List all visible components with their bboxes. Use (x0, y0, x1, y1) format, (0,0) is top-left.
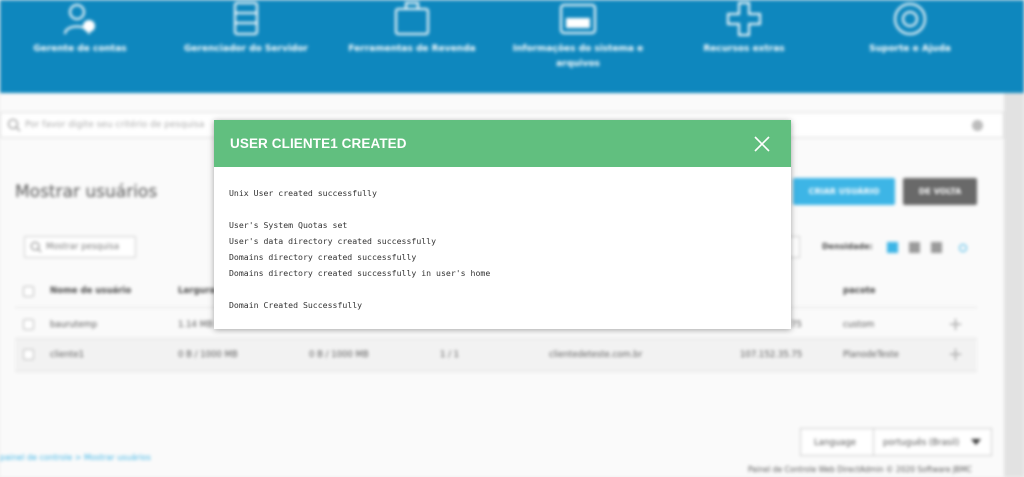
dialog-body: Unix User created successfully User's Sy… (229, 185, 774, 313)
status-message: Domain Created Successfully (229, 300, 363, 310)
user-created-dialog: USER CLIENTE1 CREATED Unix User created … (214, 120, 791, 329)
status-message: User's System Quotas set (229, 220, 348, 230)
status-message: Domains directory created successfully i… (229, 268, 491, 278)
status-message: Domains directory created successfully (229, 252, 417, 262)
status-message: User's data directory created successful… (229, 236, 437, 246)
close-icon[interactable] (750, 132, 774, 156)
dialog-header: USER CLIENTE1 CREATED (214, 120, 791, 167)
status-message: Unix User created successfully (229, 188, 377, 198)
dialog-title: USER CLIENTE1 CREATED (230, 136, 407, 151)
